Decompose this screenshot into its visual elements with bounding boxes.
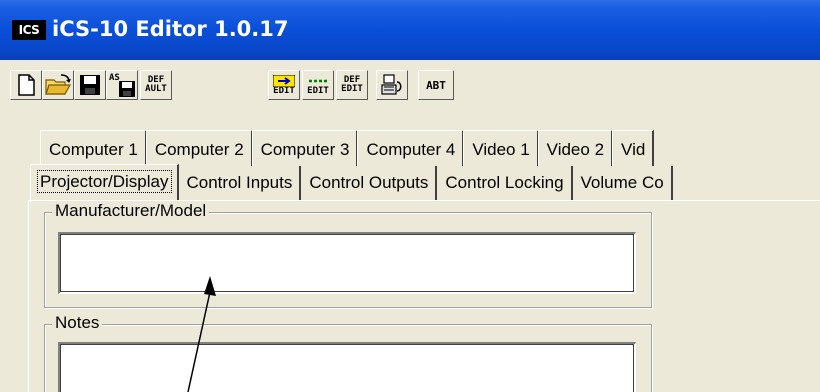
about-button[interactable]: ABT [418,70,454,100]
tab-volume-control[interactable]: Volume Co [572,166,673,200]
manufacturer-model-field[interactable] [58,232,636,294]
tab-projector-display-label: Projector/Display [37,170,172,193]
dashes-edit-icon [309,79,327,82]
manufacturer-model-label: Manufacturer/Model [52,201,210,221]
edit-button-2[interactable]: EDIT [302,70,334,100]
open-folder-icon [45,74,71,95]
tab-control-outputs[interactable]: Control Outputs [301,166,438,200]
tab-row-1: Computer 1 Computer 2 Computer 3 Computer 4… [40,130,655,167]
tab-video-2[interactable]: Video 2 [537,130,614,167]
tab-control-locking[interactable]: Control Locking [437,166,573,200]
window-title: iCS-10 Editor 1.0.17 [52,17,289,41]
tab-panel-left-edge [28,200,29,392]
tab-projector-display[interactable]: Projector/Display [30,164,179,203]
tab-row-2: Projector/Display Control Inputs Control O… [30,164,673,203]
default-button[interactable]: DEF AULT [140,70,172,100]
arrow-edit-icon [273,74,295,87]
edit-button-1[interactable]: EDIT [268,70,300,100]
device-icon [381,74,402,95]
notes-label: Notes [52,313,103,333]
new-document-button[interactable] [10,70,42,100]
tab-panel-right-area [654,204,820,392]
tab-computer-1[interactable]: Computer 1 [40,130,147,167]
title-bar[interactable]: ICS iCS-10 Editor 1.0.17 [0,0,820,60]
tab-computer-4[interactable]: Computer 4 [357,130,465,167]
device-button[interactable] [376,70,408,100]
save-as-button[interactable]: AS [106,70,138,100]
tab-control-inputs[interactable]: Control Inputs [178,166,302,200]
new-document-icon [18,74,35,96]
tab-computer-2[interactable]: Computer 2 [145,130,253,167]
default-label-bottom: AULT [145,84,167,94]
edit-label-1: EDIT [273,85,295,96]
tab-video-partial[interactable]: Vid [612,130,655,167]
def-edit-button[interactable]: DEF EDIT [336,70,368,100]
save-as-icon: AS [109,73,135,97]
editor-window: ICS iCS-10 Editor 1.0.17 AS DEF AULT EDI… [0,0,820,392]
notes-field[interactable] [58,342,636,392]
open-button[interactable] [42,70,74,100]
about-label: ABT [426,78,446,92]
def-edit-label-bottom: EDIT [341,84,363,94]
save-button[interactable] [74,70,106,100]
edit-label-2: EDIT [307,85,329,96]
app-icon: ICS [12,20,46,40]
tab-computer-3[interactable]: Computer 3 [251,130,359,167]
tab-video-1[interactable]: Video 1 [463,130,539,167]
save-icon [80,75,100,95]
